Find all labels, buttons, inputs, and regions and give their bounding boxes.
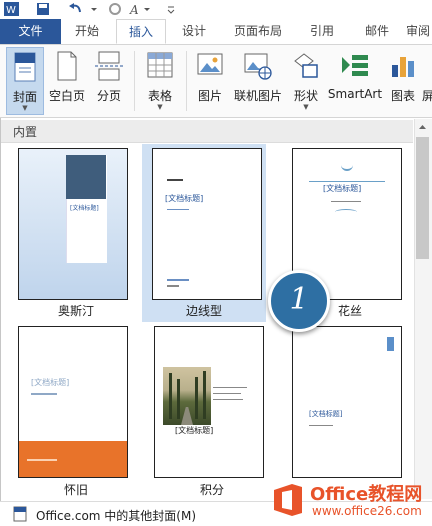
- save-icon[interactable]: [36, 1, 50, 17]
- smartart-button[interactable]: SmartArt: [326, 47, 384, 115]
- cover-item-sideline[interactable]: [文档标题] 边线型: [142, 144, 266, 322]
- cover-title-text: [文档标题]: [175, 426, 214, 435]
- cover-thumbnail: [文档标题]: [18, 148, 128, 300]
- cover-title-text: [文档标题]: [165, 194, 204, 203]
- cover-item-label: 怀旧: [63, 483, 88, 497]
- cover-thumbnail: [文档标题]: [154, 326, 264, 478]
- cover-item-label: 积分: [199, 483, 224, 497]
- cover-page-icon: [14, 52, 36, 82]
- page-break-button[interactable]: 分页: [90, 47, 128, 115]
- tab-layout[interactable]: 页面布局: [224, 19, 292, 44]
- tab-references[interactable]: 引用: [296, 19, 348, 44]
- shapes-label: 形状: [293, 89, 318, 103]
- scrollbar-thumb[interactable]: [416, 137, 429, 259]
- step-number: 1: [289, 282, 309, 317]
- cover-item-plain[interactable]: [文档标题]: [288, 324, 412, 500]
- cover-photo-image: [163, 367, 211, 425]
- cover-item-retro[interactable]: [文档标题] 怀旧: [14, 324, 138, 500]
- page-break-icon: [95, 51, 123, 81]
- table-button[interactable]: 表格 ▼: [140, 47, 180, 115]
- chevron-down-icon: ▼: [157, 103, 163, 111]
- office-logo-icon: [274, 484, 302, 516]
- cover-item-integral[interactable]: [文档标题] 积分: [150, 324, 274, 500]
- chevron-down-icon: ▼: [303, 103, 309, 111]
- quick-access-toolbar: W A: [0, 0, 432, 19]
- svg-text:A: A: [129, 3, 139, 17]
- ribbon-separator: [186, 51, 187, 111]
- ribbon-insert: 封面 ▼ 空白页 分页 表格 ▼ 图片 联机图片 形状 ▼ SmartArt 图…: [0, 45, 432, 118]
- section-title: 内置: [13, 125, 38, 139]
- cover-thumbnail: [文档标题]: [18, 326, 128, 478]
- svg-text:W: W: [6, 5, 16, 16]
- table-label: 表格: [147, 89, 172, 103]
- tab-mailings[interactable]: 邮件: [352, 19, 402, 44]
- gallery-section-header: 内置: [1, 120, 413, 143]
- screenshot-label: 屏: [422, 89, 432, 103]
- cover-title-text: [文档标题]: [31, 378, 70, 387]
- chart-button[interactable]: 图表: [386, 47, 420, 115]
- smartart-icon: [342, 55, 368, 76]
- cover-title-text: [文档标题]: [323, 184, 362, 193]
- cover-item-label: 边线型: [185, 304, 222, 318]
- office-cover-icon: [13, 506, 27, 522]
- tab-home[interactable]: 开始: [62, 19, 112, 44]
- blank-page-button[interactable]: 空白页: [46, 47, 88, 115]
- blank-page-label: 空白页: [48, 89, 85, 103]
- chart-label: 图表: [390, 89, 415, 103]
- watermark-brand: Office教程网: [310, 484, 423, 505]
- picture-button[interactable]: 图片: [192, 47, 228, 115]
- word-logo-icon[interactable]: W: [4, 1, 20, 17]
- scroll-up-icon[interactable]: [414, 119, 431, 135]
- blank-page-icon: [57, 51, 77, 81]
- repeat-icon[interactable]: [108, 1, 122, 17]
- watermark: Office教程网 www.office26.com: [270, 478, 432, 525]
- screenshot-button[interactable]: 屏: [422, 47, 432, 115]
- page-break-label: 分页: [96, 89, 121, 103]
- ribbon-separator: [134, 51, 135, 111]
- ribbon-tabs: 文件 开始 插入 设计 页面布局 引用 邮件 审阅: [0, 19, 432, 45]
- tab-insert[interactable]: 插入: [116, 19, 166, 44]
- step-number-badge: 1: [268, 270, 330, 332]
- chart-icon: [392, 57, 414, 77]
- cover-thumbnail: [文档标题]: [152, 148, 262, 300]
- picture-icon: [197, 53, 223, 75]
- table-icon: [147, 52, 173, 78]
- undo-dropdown-icon[interactable]: [90, 1, 98, 17]
- online-picture-label: 联机图片: [233, 89, 282, 103]
- more-covers-label: Office.com 中的其他封面(M): [36, 509, 197, 523]
- cover-item-label: 奥斯汀: [57, 304, 94, 318]
- tab-file[interactable]: 文件: [0, 19, 61, 44]
- cover-item-austin[interactable]: [文档标题] 奥斯汀: [14, 144, 138, 322]
- smartart-label: SmartArt: [327, 87, 383, 101]
- watermark-url: www.office26.com: [312, 504, 422, 518]
- cover-title-text: [文档标题]: [70, 205, 99, 212]
- customize-qat-icon[interactable]: [166, 1, 176, 17]
- cover-page-label: 封面: [12, 90, 37, 104]
- online-picture-icon: [244, 53, 272, 80]
- chevron-down-icon: ▼: [22, 104, 28, 112]
- picture-label: 图片: [197, 89, 222, 103]
- cover-page-button[interactable]: 封面 ▼: [6, 47, 44, 115]
- tab-review[interactable]: 审阅: [406, 19, 432, 44]
- shapes-button[interactable]: 形状 ▼: [288, 47, 324, 115]
- shapes-icon: [294, 53, 318, 78]
- text-effects-icon[interactable]: A: [128, 1, 156, 17]
- cover-title-text: [文档标题]: [309, 410, 343, 418]
- cover-thumbnail: [文档标题]: [292, 326, 402, 478]
- undo-icon[interactable]: [68, 1, 82, 17]
- tab-design[interactable]: 设计: [168, 19, 220, 44]
- online-picture-button[interactable]: 联机图片: [230, 47, 286, 115]
